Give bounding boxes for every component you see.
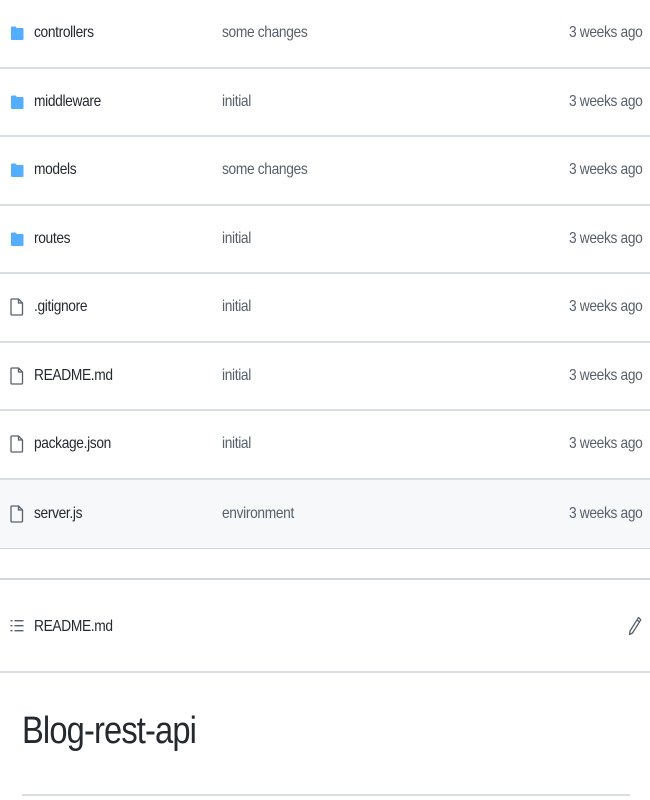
folder-icon xyxy=(10,69,24,136)
file-row[interactable]: README.md initial 3 weeks ago xyxy=(0,343,650,411)
commit-age: 3 weeks ago xyxy=(568,24,643,42)
commit-message-link[interactable]: initial xyxy=(222,274,251,341)
pencil-icon[interactable] xyxy=(628,616,642,641)
commit-age: 3 weeks ago xyxy=(568,435,643,453)
file-row[interactable]: package.json initial 3 weeks ago xyxy=(0,411,650,480)
file-row[interactable]: server.js environment 3 weeks ago xyxy=(0,479,650,549)
commit-age: 3 weeks ago xyxy=(568,298,643,316)
file-list: controllers some changes 3 weeks ago mid… xyxy=(0,0,650,549)
commit-message-link[interactable]: initial xyxy=(222,206,251,273)
commit-message-link[interactable]: initial xyxy=(222,343,251,410)
file-row[interactable]: models some changes 3 weeks ago xyxy=(0,137,650,206)
file-icon xyxy=(10,343,24,410)
file-name-link[interactable]: package.json xyxy=(34,411,111,478)
commit-message-link[interactable]: some changes xyxy=(222,0,308,67)
commit-age: 3 weeks ago xyxy=(568,229,643,247)
commit-message-link[interactable]: initial xyxy=(222,69,251,136)
file-name-link[interactable]: .gitignore xyxy=(34,274,88,341)
readme-header: README.md xyxy=(0,580,650,673)
file-name-link[interactable]: README.md xyxy=(34,343,113,410)
commit-age: 3 weeks ago xyxy=(568,504,643,522)
list-unordered-icon[interactable] xyxy=(10,618,24,639)
file-name-link[interactable]: server.js xyxy=(34,480,82,549)
heading-divider xyxy=(22,794,630,796)
readme-header-title[interactable]: README.md xyxy=(34,580,113,673)
folder-icon xyxy=(10,0,24,67)
file-row[interactable]: routes initial 3 weeks ago xyxy=(0,206,650,274)
commit-age: 3 weeks ago xyxy=(568,161,643,179)
file-name-link[interactable]: models xyxy=(34,137,77,204)
commit-message-link[interactable]: initial xyxy=(222,411,251,478)
file-icon xyxy=(10,411,24,478)
file-name-link[interactable]: routes xyxy=(34,206,71,273)
commit-message-link[interactable]: environment xyxy=(222,480,294,549)
commit-message-link[interactable]: some changes xyxy=(222,137,308,204)
readme-panel: README.md Blog-rest-api xyxy=(0,578,650,800)
file-icon xyxy=(10,274,24,341)
file-name-link[interactable]: controllers xyxy=(34,0,94,67)
file-row[interactable]: .gitignore initial 3 weeks ago xyxy=(0,274,650,343)
commit-age: 3 weeks ago xyxy=(568,366,643,384)
commit-age: 3 weeks ago xyxy=(568,92,643,110)
folder-icon xyxy=(10,137,24,204)
file-row[interactable]: middleware initial 3 weeks ago xyxy=(0,69,650,137)
file-icon xyxy=(10,480,24,549)
file-row[interactable]: controllers some changes 3 weeks ago xyxy=(0,0,650,69)
folder-icon xyxy=(10,206,24,273)
readme-heading: Blog-rest-api xyxy=(22,710,197,752)
file-name-link[interactable]: middleware xyxy=(34,69,101,136)
